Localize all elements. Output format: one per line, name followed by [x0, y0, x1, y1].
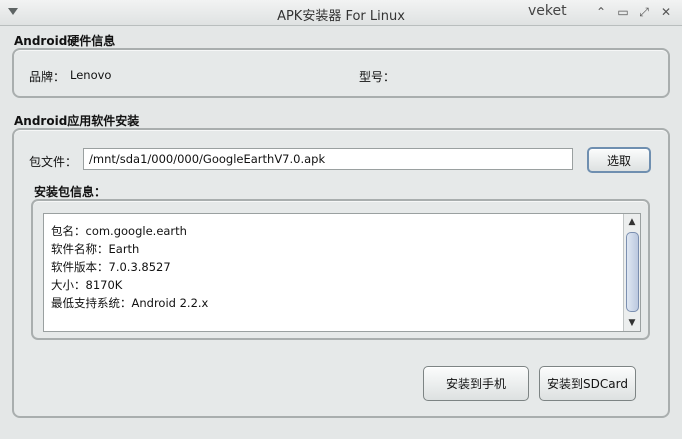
restore-icon[interactable]: ▭ — [616, 5, 630, 19]
package-info-textarea[interactable]: 包名：com.google.earth 软件名称：Earth 软件版本：7.0.… — [43, 213, 641, 332]
package-info-lines: 包名：com.google.earth 软件名称：Earth 软件版本：7.0.… — [51, 222, 208, 312]
model-label: 型号： — [359, 70, 396, 84]
scroll-down-arrow-icon[interactable]: ▼ — [624, 316, 640, 330]
package-info-title: 安装包信息： — [34, 185, 107, 199]
install-section-title: Android应用软件安装 — [14, 114, 140, 128]
brand-label: 品牌： — [29, 70, 66, 84]
brand-value: Lenovo — [70, 68, 112, 82]
close-icon[interactable]: ✕ — [659, 5, 673, 19]
minimize-icon[interactable]: ⌃ — [594, 5, 608, 19]
package-file-label: 包文件： — [29, 155, 78, 169]
scroll-up-arrow-icon[interactable]: ▲ — [624, 215, 640, 229]
window-title: APK安装器 For Linux — [277, 9, 405, 24]
info-line-package-name: 包名：com.google.earth — [51, 224, 187, 238]
info-scrollbar[interactable]: ▲ ▼ — [623, 214, 640, 331]
install-to-sdcard-button[interactable]: 安装到SDCard — [539, 366, 636, 401]
info-line-min-sdk: 最低支持系统：Android 2.2.x — [51, 296, 209, 310]
info-line-version: 软件版本：7.0.3.8527 — [51, 260, 171, 274]
title-bar: APK安装器 For Linux veket ⌃ ▭ ⤢ ✕ — [0, 0, 682, 26]
info-line-size: 大小：8170K — [51, 278, 123, 292]
info-line-app-name: 软件名称：Earth — [51, 242, 140, 256]
install-to-phone-button[interactable]: 安装到手机 — [423, 366, 529, 401]
package-path-input[interactable] — [83, 148, 573, 170]
hardware-section-title: Android硬件信息 — [14, 34, 116, 48]
scroll-thumb[interactable] — [626, 232, 639, 312]
maximize-icon[interactable]: ⤢ — [637, 5, 651, 19]
browse-button[interactable]: 选取 — [587, 147, 651, 173]
desktop-brand-label: veket — [528, 3, 567, 19]
